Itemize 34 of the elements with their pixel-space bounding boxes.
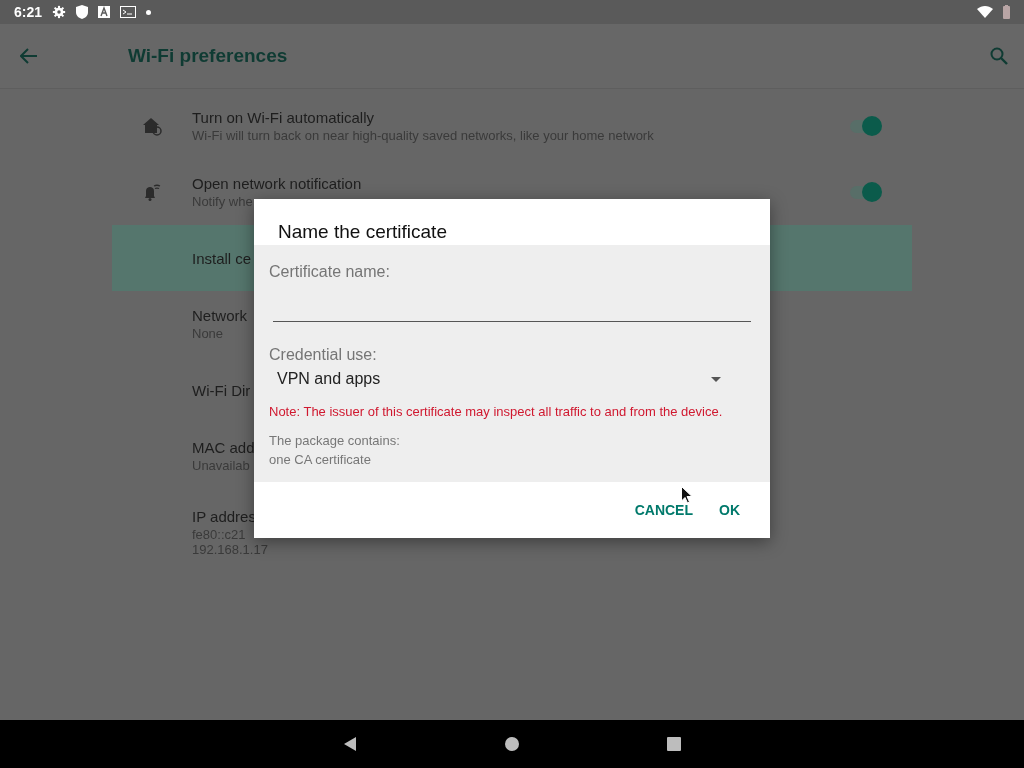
- package-label: The package contains:: [269, 433, 401, 448]
- battery-icon: [1003, 5, 1010, 19]
- dialog-button[interactable]: CANCEL: [624, 494, 703, 526]
- search-icon[interactable]: [990, 47, 1008, 65]
- shield-icon: [76, 5, 89, 19]
- field-label: Credential use:: [269, 346, 378, 364]
- home-icon: [142, 116, 162, 136]
- setting-title: Open network notification: [192, 175, 362, 192]
- field-label: Certificate name:: [269, 263, 391, 281]
- setting-title: Turn on Wi-Fi automatically: [192, 109, 374, 126]
- dialog-button[interactable]: OK: [709, 494, 750, 526]
- wifi-icon: [977, 6, 993, 18]
- dropdown[interactable]: VPN and apps: [269, 364, 755, 388]
- terminal-icon: [120, 6, 137, 18]
- home-icon[interactable]: [505, 737, 519, 751]
- gear-icon: [52, 5, 67, 19]
- app-icon: [98, 6, 111, 18]
- setting-title: MAC add: [192, 439, 255, 456]
- toggle-switch[interactable]: [848, 180, 884, 204]
- bell-icon: [142, 182, 162, 202]
- package-contents: one CA certificate: [269, 452, 372, 467]
- caret-icon: [711, 376, 721, 382]
- setting-title: Install ce: [192, 249, 252, 267]
- screen-title: Wi-Fi preferences: [128, 45, 288, 67]
- setting-title: IP addres: [192, 507, 256, 525]
- clock: 6:21: [14, 4, 43, 20]
- setting-title: Network: [192, 307, 247, 324]
- mouse-cursor-icon: [681, 486, 693, 504]
- dot-icon: [146, 9, 152, 15]
- back-arrow-icon[interactable]: [20, 48, 38, 64]
- warning-text: Note: The issuer of this certificate may inspect all traffic to and from the device.: [269, 404, 724, 419]
- back-icon[interactable]: [343, 737, 357, 751]
- toggle-switch[interactable]: [848, 114, 884, 138]
- dialog-title: Name the certificate: [277, 220, 448, 244]
